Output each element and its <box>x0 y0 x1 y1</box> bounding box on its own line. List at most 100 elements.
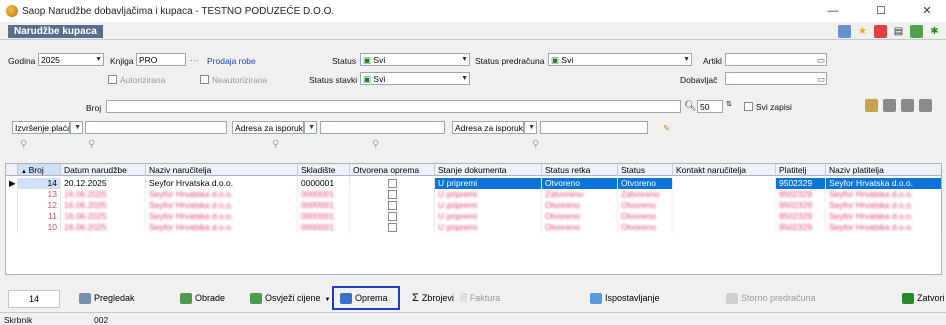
autorizirana-checkbox[interactable] <box>108 75 117 84</box>
knjiga-input[interactable]: PRO <box>136 53 186 66</box>
zoom-input[interactable]: 50 <box>697 100 723 113</box>
pregledak-button[interactable]: Pregledak <box>79 288 135 308</box>
cell-naziv-platitelja: Seyfor Hrvatska d.o.o. <box>826 189 941 200</box>
zoom-stepper[interactable]: ⇅ <box>726 100 732 108</box>
layout-icon[interactable] <box>838 25 851 38</box>
star-icon[interactable]: ★ <box>856 25 869 38</box>
column-filter-icon[interactable]: ⚲ <box>272 139 279 150</box>
status-select[interactable]: ▣ Svi ▼ <box>360 53 470 66</box>
cell-datum: 16.06.2025 <box>61 222 146 233</box>
cell-text: Otvoreno <box>621 211 656 221</box>
export-icon[interactable] <box>883 99 896 112</box>
column-filter-icon[interactable]: ⚲ <box>372 139 379 150</box>
oprema-checkbox[interactable] <box>387 223 397 232</box>
ispostavljanje-button[interactable]: Ispostavljanje <box>590 288 660 308</box>
document-icon[interactable] <box>865 99 878 112</box>
cell-naziv-platitelja: Seyfor Hrvatska d.o.o. <box>826 222 941 233</box>
column-filter-icon[interactable]: ⚲ <box>20 139 27 150</box>
adresa2-dropdown[interactable]: ▼ <box>524 121 537 134</box>
status-stavki-select[interactable]: ▣ Svi ▼ <box>360 72 470 85</box>
column-header-kontakt[interactable]: Kontakt naručitelja <box>673 164 776 176</box>
oprema-checkbox[interactable] <box>387 190 397 199</box>
broj-search-input[interactable] <box>106 100 681 113</box>
oprema-button[interactable]: Oprema <box>332 286 400 310</box>
zatvori-button[interactable]: Zatvori <box>902 288 945 308</box>
filter-settings-icon[interactable] <box>919 99 932 112</box>
cell-status: Zatvoreno <box>618 189 673 200</box>
settings-icon[interactable]: ✱ <box>928 25 941 38</box>
faktura-button[interactable]: 🗎︎ Faktura <box>460 288 500 308</box>
artikl-label: Artikl <box>703 56 722 66</box>
table-row[interactable]: 11 16.06.2025 Seyfor Hrvatska d.o.o. 000000… <box>6 211 941 222</box>
cell-stanje: U pripremi <box>435 200 542 211</box>
column-header-platitelj[interactable]: Platitelj <box>776 164 826 176</box>
oprema-checkbox[interactable] <box>387 179 397 188</box>
dobavljac-lookup-icon[interactable]: ▭ <box>817 74 825 85</box>
oprema-checkbox[interactable] <box>387 212 397 221</box>
izvrsenje-input[interactable] <box>85 121 227 134</box>
import-icon[interactable] <box>901 99 914 112</box>
knjiga-lookup-button[interactable]: ··· <box>190 55 199 65</box>
osvjezi-cijene-button[interactable]: Osvježi cijene ▼ <box>250 288 330 308</box>
column-header-status[interactable]: Status <box>618 164 673 176</box>
artikl-input[interactable] <box>725 53 827 66</box>
close-door-icon <box>902 293 914 305</box>
adresa2-input[interactable] <box>540 121 648 134</box>
process-icon <box>180 293 192 305</box>
chevron-down-icon: ▼ <box>528 124 535 131</box>
maximize-button[interactable]: ☐ <box>866 3 896 19</box>
cell-status-retka: Zatvoreno <box>542 189 618 200</box>
adresa1-input[interactable] <box>320 121 445 134</box>
cell-text: 16.06.2025 <box>64 211 107 221</box>
cell-text: Zatvoreno <box>545 189 584 199</box>
column-header-broj[interactable]: ▲ Broj <box>18 164 61 176</box>
oprema-checkbox[interactable] <box>387 201 397 210</box>
broj-label: Broj <box>86 103 102 113</box>
column-filter-icon[interactable]: ⚲ <box>532 139 539 150</box>
cell-broj: 11 <box>18 211 61 222</box>
print-icon[interactable]: ▤ <box>892 25 905 38</box>
table-row[interactable]: ▶ 14 20.12.2025 Seyfor Hrvatska d.o.o. 00000… <box>6 178 941 189</box>
copy-icon[interactable] <box>910 25 923 38</box>
close-button[interactable]: ✕ <box>912 3 942 19</box>
artikl-lookup-icon[interactable]: ▭ <box>817 55 825 66</box>
chevron-down-icon: ▼ <box>324 297 331 303</box>
column-filter-icon[interactable]: ⚲ <box>88 139 95 150</box>
column-header-narucitelj[interactable]: Naziv naručitelja <box>146 164 298 176</box>
svi-zapisi-checkbox[interactable] <box>744 102 753 111</box>
cell-text: 10 <box>47 222 57 232</box>
cell-narucitelj: Seyfor Hrvatska d.o.o. <box>146 189 298 200</box>
cell-text: Seyfor Hrvatska d.o.o. <box>149 211 234 221</box>
pencil-icon[interactable]: ✎ <box>663 123 670 134</box>
column-header-status-retka[interactable]: Status retka <box>542 164 618 176</box>
cell-text: U pripremi <box>438 222 478 232</box>
column-header-naziv-platitelja[interactable]: Naziv platitelja <box>826 164 941 176</box>
table-row[interactable]: 13 16.06.2025 Seyfor Hrvatska d.o.o. 000000… <box>6 189 941 200</box>
column-header-datum[interactable]: Datum narudžbe <box>61 164 146 176</box>
cell-text: Otvoreno <box>621 200 656 210</box>
column-header-stanje[interactable]: Stanje dokumenta <box>435 164 542 176</box>
adresa1-dropdown[interactable]: ▼ <box>304 121 317 134</box>
cell-skladiste: 0000001 <box>298 200 350 211</box>
zbrojevi-button[interactable]: Σ Zbrojevi <box>412 288 454 308</box>
search-icon[interactable]: 🔍︎ <box>684 101 697 112</box>
neautorizirana-checkbox[interactable] <box>200 75 209 84</box>
pdf-icon[interactable] <box>874 25 887 38</box>
status-predracuna-select[interactable]: ▣ Svi ▼ <box>548 53 692 66</box>
chevron-down-icon: ▼ <box>683 56 690 63</box>
orders-grid[interactable]: ▲ Broj Datum narudžbe Naziv naručitelja … <box>5 163 942 275</box>
table-row[interactable]: 12 16.06.2025 Seyfor Hrvatska d.o.o. 000000… <box>6 200 941 211</box>
cell-text: 0000001 <box>301 200 335 210</box>
dobavljac-input[interactable] <box>725 72 827 85</box>
knjiga-label: Knjiga <box>110 56 134 66</box>
column-header-oprema[interactable]: Otvorena oprema <box>350 164 435 176</box>
status-predracuna-value: Svi <box>561 55 574 65</box>
minimize-button[interactable]: — <box>818 3 848 19</box>
table-row[interactable]: 10 16.06.2025 Seyfor Hrvatska d.o.o. 000000… <box>6 222 941 233</box>
godina-select[interactable]: 2025 ▼ <box>38 53 104 66</box>
cell-stanje: U pripremi <box>435 211 542 222</box>
storno-predracuna-button[interactable]: Storno predračuna <box>726 288 816 308</box>
obrade-button[interactable]: Obrade <box>180 288 225 308</box>
column-header-skladiste[interactable]: Skladište <box>298 164 350 176</box>
izvrsenje-dropdown[interactable]: ▼ <box>70 121 83 134</box>
